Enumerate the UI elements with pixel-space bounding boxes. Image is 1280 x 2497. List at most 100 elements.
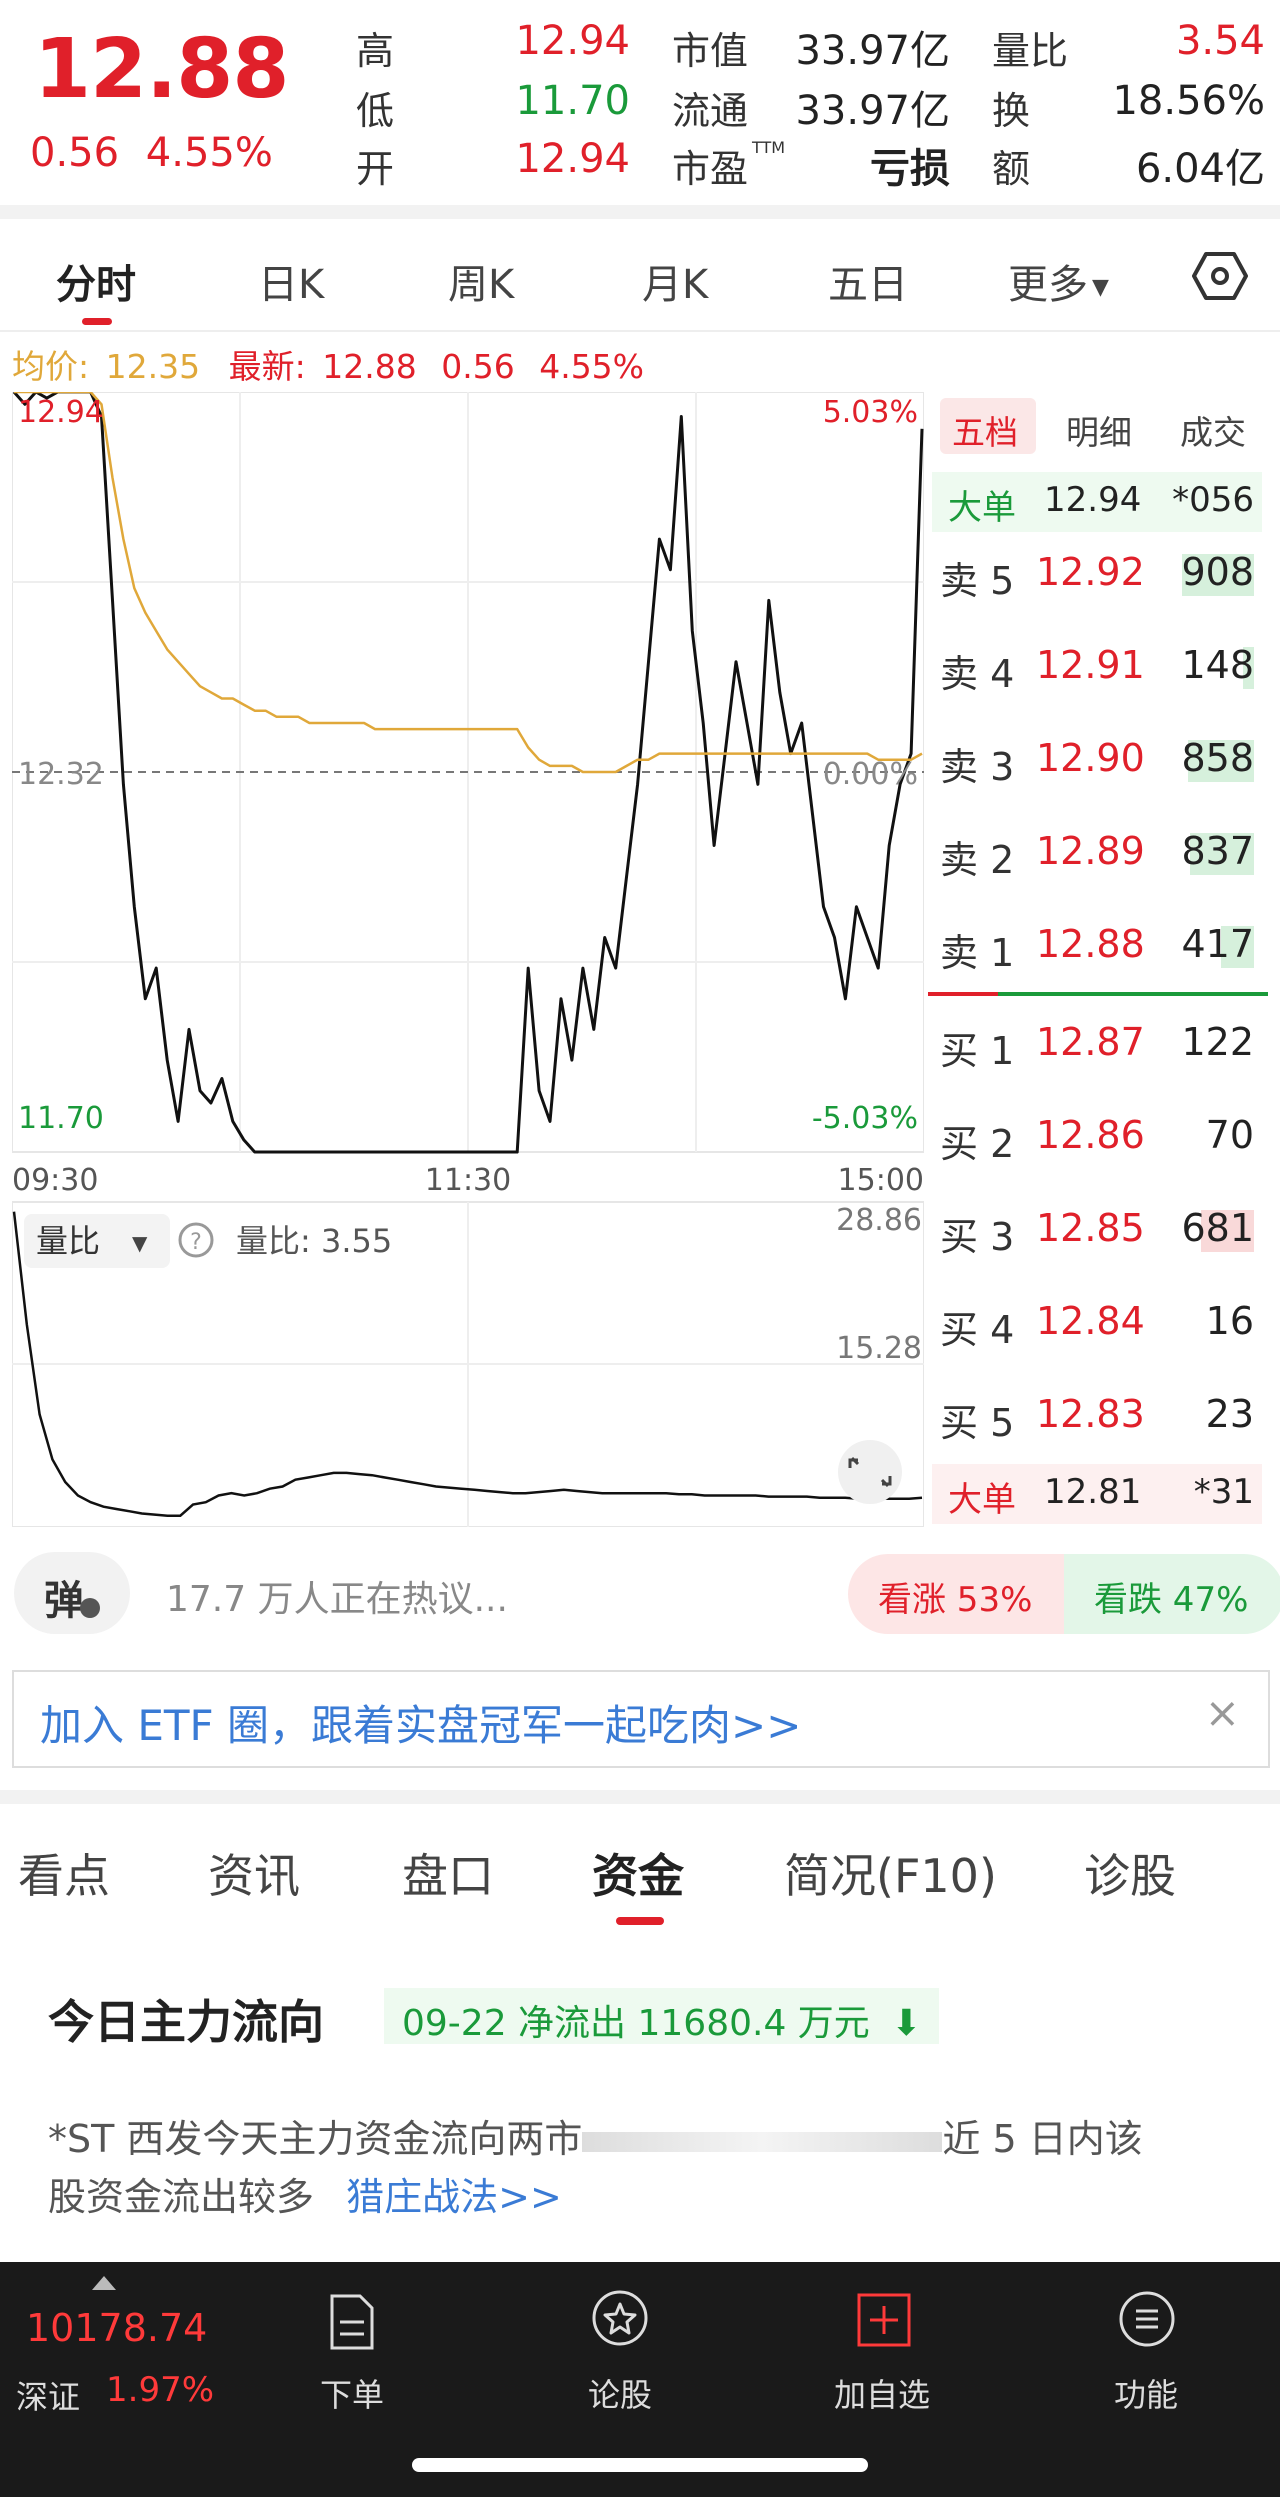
danmu-toggle-button[interactable]: 弹 — [14, 1552, 130, 1634]
index-ticker[interactable]: 10178.74 深证 1.97% — [0, 2262, 220, 2432]
buy-level-label: 买 1 — [940, 1029, 1015, 1073]
buy-row-3[interactable]: 买 3 12.85 681 — [928, 1196, 1268, 1266]
buy-level-price: 12.87 — [1036, 1020, 1145, 1064]
sell-level-price: 12.89 — [1036, 829, 1145, 873]
subtab-profile[interactable]: 简况(F10) — [784, 1840, 997, 1906]
stat-value-volume-ratio: 3.54 — [1175, 18, 1265, 64]
stat-value-low: 11.70 — [515, 78, 630, 124]
vol-label-max: 28.86 — [836, 1203, 922, 1238]
stat-label-open: 开 — [356, 147, 395, 191]
nav-add-watchlist[interactable]: 加自选 — [782, 2262, 982, 2432]
buy-level-volume: 70 — [1205, 1113, 1254, 1157]
big-order-top-row: 大单 12.94 *056 — [932, 472, 1262, 532]
tab-monthly-k[interactable]: 月K — [642, 252, 708, 310]
buy-row-4[interactable]: 买 4 12.84 16 — [928, 1289, 1268, 1359]
orderbook-tabs: 五档 明细 成交 — [930, 398, 1260, 458]
orderbook-tab-trades[interactable]: 成交 — [1180, 406, 1246, 454]
intraday-chart[interactable]: 12.94 12.32 11.70 5.03% 0.00% -5.03% 09:… — [12, 392, 924, 1527]
stat-value-market-cap: 33.97亿 — [795, 28, 950, 74]
blurred-text — [582, 2131, 943, 2152]
tab-intraday[interactable]: 分时 — [56, 252, 136, 310]
buy-level-price: 12.83 — [1036, 1392, 1145, 1436]
volume-ratio-value: 量比: 3.55 — [236, 1222, 392, 1260]
y-label-mid: 12.32 — [18, 757, 104, 792]
sell-level-price: 12.91 — [1036, 643, 1145, 687]
stat-value-amount: 6.04亿 — [1135, 146, 1265, 192]
sell-row-5[interactable]: 卖 5 12.92 908 — [928, 540, 1268, 610]
subtab-diagnosis[interactable]: 诊股 — [1084, 1840, 1176, 1906]
sell-level-price: 12.92 — [1036, 550, 1145, 594]
subtab-handicap[interactable]: 盘口 — [402, 1840, 494, 1906]
y-label-low: 11.70 — [18, 1101, 104, 1136]
settings-hexagon-icon[interactable] — [1192, 248, 1248, 304]
subtab-funds[interactable]: 资金 — [592, 1840, 684, 1906]
big-order-bottom-label: 大单 — [948, 1480, 1016, 1520]
dropdown-caret-icon: ▼ — [132, 1231, 148, 1255]
quote-header: 12.88 0.56 4.55% 高 12.94 低 11.70 开 12.94… — [0, 0, 1280, 205]
stat-value-pe: 亏损 — [870, 146, 950, 192]
sell-row-1[interactable]: 卖 1 12.88 417 — [928, 912, 1268, 982]
price-change: 0.56 4.55% — [30, 130, 273, 176]
index-percent: 1.97% — [106, 2370, 215, 2410]
document-icon — [330, 2294, 374, 2350]
caret-down-icon: ▼ — [1092, 274, 1109, 300]
bear-vote-label: 看跌 47% — [1094, 1580, 1249, 1620]
subtab-highlights[interactable]: 看点 — [18, 1840, 110, 1906]
vol-label-mid: 15.28 — [836, 1331, 922, 1366]
avg-price-value: 12.35 — [105, 347, 201, 386]
nav-forum[interactable]: 论股 — [520, 2262, 720, 2432]
buy-level-volume: 16 — [1205, 1299, 1254, 1343]
hot-discussion-text[interactable]: 17.7 万人正在热议... — [166, 1570, 508, 1622]
strategy-link[interactable]: 猎庄战法>> — [346, 2175, 562, 2219]
bull-vote-label: 看涨 53% — [878, 1580, 1033, 1620]
subtab-active-underline — [616, 1917, 664, 1925]
current-price: 12.88 — [34, 22, 289, 117]
y-label-high: 12.94 — [18, 395, 104, 430]
chart-tabs: 分时 日K 周K 月K 五日 更多 ▼ — [0, 220, 1280, 330]
sell-row-3[interactable]: 卖 3 12.90 858 — [928, 726, 1268, 796]
order-book: 五档 明细 成交 大单 12.94 *056 卖 5 12.92 908 卖 4 12.… — [928, 392, 1268, 1527]
buy-row-2[interactable]: 买 2 12.86 70 — [928, 1103, 1268, 1173]
buy-level-price: 12.85 — [1036, 1206, 1145, 1250]
nav-order-label: 下单 — [319, 2376, 384, 2414]
nav-functions[interactable]: 功能 — [1046, 2262, 1246, 2432]
bear-vote-button[interactable]: 看跌 47% — [1064, 1554, 1280, 1634]
sell-level-label: 卖 1 — [940, 931, 1015, 975]
x-label-start: 09:30 — [12, 1163, 98, 1198]
volume-dropdown-label: 量比 — [36, 1222, 100, 1260]
fund-flow-title: 今日主力流向 — [48, 1995, 324, 2049]
bid-ask-divider — [928, 992, 1268, 996]
sell-row-2[interactable]: 卖 2 12.89 837 — [928, 819, 1268, 889]
index-value: 10178.74 — [26, 2306, 208, 2350]
sell-level-label: 卖 5 — [940, 559, 1015, 603]
stat-label-turnover: 换 — [992, 89, 1031, 133]
sell-level-label: 卖 4 — [940, 652, 1015, 696]
bull-vote-button[interactable]: 看涨 53% — [848, 1554, 1072, 1634]
etf-banner-text: 加入 ETF 圈，跟着实盘冠军一起吃肉>> — [40, 1701, 802, 1750]
stat-value-turnover: 18.56% — [1112, 78, 1265, 124]
latest-percent: 4.55% — [539, 347, 645, 386]
buy-level-label: 买 4 — [940, 1308, 1015, 1352]
pct-label-mid: 0.00% — [823, 757, 918, 792]
tab-weekly-k[interactable]: 周K — [448, 252, 514, 310]
buy-row-1[interactable]: 买 1 12.87 122 — [928, 1010, 1268, 1080]
tab-daily-k[interactable]: 日K — [258, 252, 324, 310]
stat-label-market-cap: 市值 — [672, 29, 749, 73]
buy-row-5[interactable]: 买 5 12.83 23 — [928, 1382, 1268, 1452]
orderbook-tab-detail[interactable]: 明细 — [1066, 406, 1132, 454]
orderbook-tab-five-level[interactable]: 五档 — [952, 406, 1018, 454]
forum-star-icon — [592, 2290, 648, 2346]
nav-order[interactable]: 下单 — [252, 2262, 452, 2432]
nav-add-watchlist-label: 加自选 — [833, 2376, 930, 2414]
x-label-mid: 11:30 — [425, 1163, 511, 1198]
etf-promo-banner[interactable]: 加入 ETF 圈，跟着实盘冠军一起吃肉>> × — [12, 1670, 1270, 1768]
big-order-bottom-row: 大单 12.81 *31 — [932, 1464, 1262, 1524]
fund-flow-badge: 09-22 净流出 11680.4 万元 ⬇ — [384, 1988, 940, 2044]
tab-more[interactable]: 更多 ▼ — [1008, 252, 1109, 310]
sell-row-4[interactable]: 卖 4 12.91 148 — [928, 633, 1268, 703]
sell-level-price: 12.90 — [1036, 736, 1145, 780]
subtab-news[interactable]: 资讯 — [208, 1840, 300, 1906]
menu-circle-icon — [1119, 2291, 1175, 2347]
close-icon[interactable]: × — [1205, 1688, 1240, 1737]
tab-five-day[interactable]: 五日 — [828, 252, 908, 310]
